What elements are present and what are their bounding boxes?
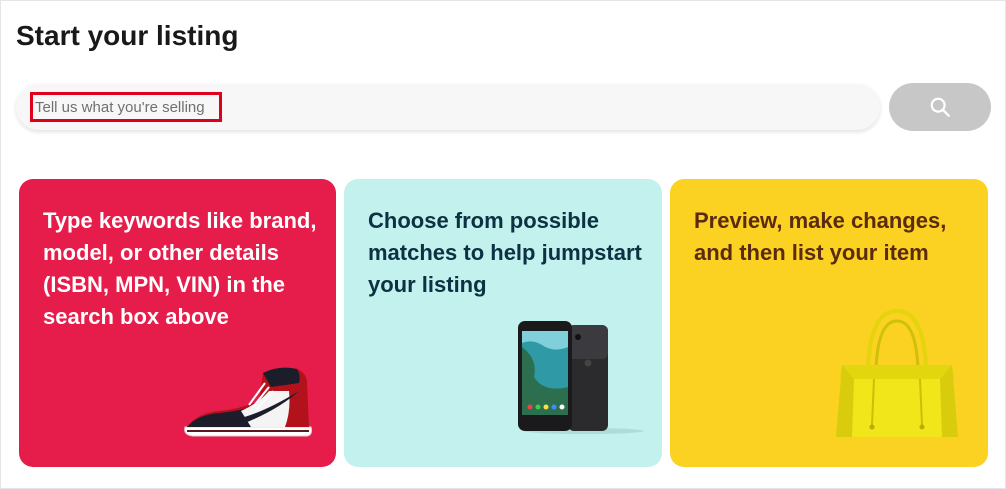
page-title: Start your listing (16, 20, 239, 51)
search-input[interactable] (30, 92, 222, 122)
handbag-icon (836, 308, 958, 437)
step-card-text: Type keywords like brand, model, or othe… (43, 208, 317, 329)
step-card-text: Choose from possible matches to help jum… (368, 208, 642, 297)
sneaker-icon (184, 367, 312, 437)
step-card-matches: Choose from possible matches to help jum… (344, 179, 662, 467)
smartphone-icon (518, 321, 644, 434)
step-card-keywords: Type keywords like brand, model, or othe… (19, 179, 336, 467)
step-card-preview: Preview, make changes, and then list you… (670, 179, 988, 467)
search-icon (930, 97, 950, 117)
step-card-text: Preview, make changes, and then list you… (694, 208, 947, 265)
search-button[interactable] (889, 83, 991, 131)
search-bar (16, 84, 880, 130)
